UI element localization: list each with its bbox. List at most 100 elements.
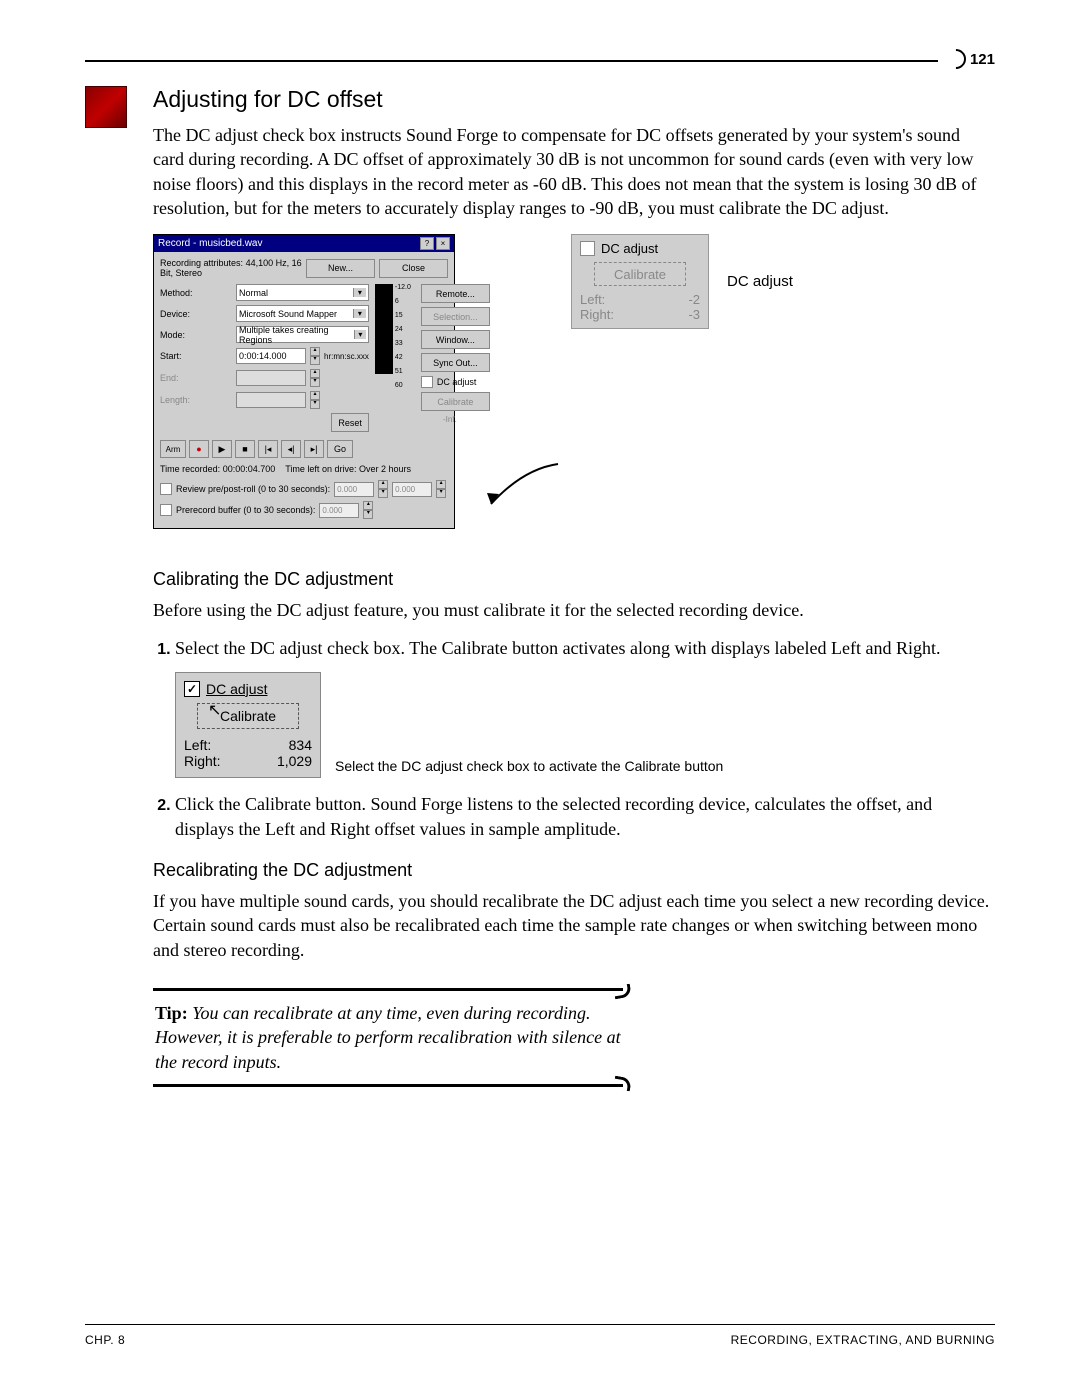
cursor-icon: ↖ (208, 700, 221, 720)
new-button[interactable]: New... (306, 259, 375, 278)
steps-list-cont: Click the Calibrate button. Sound Forge … (153, 792, 995, 842)
main-column: Adjusting for DC offset The DC adjust ch… (153, 86, 995, 1097)
review-checkbox[interactable] (160, 483, 172, 495)
figure2-caption: Select the DC adjust check box to activa… (335, 758, 723, 774)
right-label-2: Right: (184, 753, 221, 769)
end-input (236, 370, 306, 386)
review-pre-input: 0.000 (334, 482, 374, 497)
footer-chapter: CHP. 8 (85, 1333, 125, 1347)
left-value: -2 (688, 292, 700, 307)
start-label: Start: (160, 351, 232, 361)
length-input (236, 392, 306, 408)
mode-value: Multiple takes creating Regions (239, 325, 354, 345)
dialog-title-text: Record - musicbed.wav (158, 238, 262, 249)
callout-arrow (483, 459, 563, 519)
close-icon[interactable]: × (436, 237, 450, 250)
calibrate-button: Calibrate (421, 392, 490, 411)
sub1-heading: Calibrating the DC adjustment (153, 569, 995, 590)
sub2-text: If you have multiple sound cards, you sh… (153, 889, 995, 962)
sub1-text: Before using the DC adjust feature, you … (153, 598, 995, 622)
remote-button[interactable]: Remote... (421, 284, 490, 303)
dc-adjust-checkbox-checked[interactable]: ✓ (184, 681, 200, 697)
dc-adjust-label-callout: DC adjust (601, 241, 658, 256)
attrs-label: Recording attributes: (160, 258, 243, 268)
dc-adjust-checkbox[interactable] (421, 376, 433, 388)
skip-end-icon[interactable]: ▸| (304, 440, 324, 458)
prerecord-spinner: ▴▾ (363, 501, 373, 519)
steps-list: Select the DC adjust check box. The Cali… (153, 636, 995, 661)
dc-adjust-label: DC adjust (437, 377, 477, 387)
device-select[interactable]: Microsoft Sound Mapper ▾ (236, 305, 369, 322)
page-footer: CHP. 8 RECORDING, EXTRACTING, AND BURNIN… (85, 1324, 995, 1347)
device-value: Microsoft Sound Mapper (239, 309, 337, 319)
start-units: hr:mn:sc.xxx (324, 352, 369, 361)
side-margin (85, 86, 125, 1097)
dc-adjust-checkbox-callout[interactable] (580, 241, 595, 256)
dialog-titlebar: Record - musicbed.wav ? × (154, 235, 454, 252)
left-value-2: 834 (289, 737, 312, 753)
time-recorded-value: 00:00:04.700 (223, 464, 276, 474)
sub2-heading: Recalibrating the DC adjustment (153, 860, 995, 881)
prerecord-checkbox[interactable] (160, 504, 172, 516)
intro-paragraph: The DC adjust check box instructs Sound … (153, 123, 995, 220)
selection-button: Selection... (421, 307, 490, 326)
dc-adjust-panel-checked: ✓ DC adjust ↖ Calibrate Left: 834 Right: 1… (175, 672, 321, 778)
right-value: -3 (688, 307, 700, 322)
review-label: Review pre/post-roll (0 to 30 seconds): (176, 484, 330, 494)
close-button[interactable]: Close (379, 259, 448, 278)
right-label: Right: (580, 307, 614, 322)
length-label: Length: (160, 395, 232, 405)
meter-ticks: -12.0 6 15 24 33 42 51 60 (395, 284, 411, 396)
prerecord-label: Prerecord buffer (0 to 30 seconds): (176, 505, 315, 515)
method-value: Normal (239, 288, 268, 298)
arm-button[interactable]: Arm (160, 440, 186, 458)
tip-body: You can recalibrate at any time, even du… (155, 1003, 621, 1072)
section-title: Adjusting for DC offset (153, 86, 995, 113)
length-spinner: ▴▾ (310, 391, 320, 409)
chevron-down-icon: ▾ (353, 309, 366, 318)
mode-select[interactable]: Multiple takes creating Regions ▾ (236, 326, 369, 343)
figure-dc-panel-checked: ✓ DC adjust ↖ Calibrate Left: 834 Right: 1… (175, 672, 995, 778)
end-label: End: (160, 373, 232, 383)
time-left-value: Over 2 hours (359, 464, 411, 474)
calibrate-button-callout: Calibrate (594, 262, 686, 286)
start-spinner[interactable]: ▴▾ (310, 347, 320, 365)
level-meter-left (375, 284, 393, 374)
dc-adjust-panel: DC adjust Calibrate Left: -2 Right: -3 (571, 234, 709, 329)
play-icon[interactable]: ▶ (212, 440, 232, 458)
mode-label: Mode: (160, 330, 232, 340)
stop-icon[interactable]: ■ (235, 440, 255, 458)
right-value-2: 1,029 (277, 753, 312, 769)
record-icon[interactable]: ● (189, 440, 209, 458)
calibrate-button-active[interactable]: ↖ Calibrate (197, 703, 299, 729)
section-icon (85, 86, 127, 128)
syncout-button[interactable]: Sync Out... (421, 353, 490, 372)
step-1: Select the DC adjust check box. The Cali… (175, 636, 995, 661)
calibrate-label: Calibrate (220, 708, 276, 724)
dc-adjust-label-checked: DC adjust (206, 681, 267, 697)
figure-record-dialog: Record - musicbed.wav ? × Recording attr… (153, 234, 995, 529)
end-spinner: ▴▾ (310, 369, 320, 387)
window-button[interactable]: Window... (421, 330, 490, 349)
device-label: Device: (160, 309, 232, 319)
footer-title: RECORDING, EXTRACTING, AND BURNING (731, 1333, 995, 1347)
method-select[interactable]: Normal ▾ (236, 284, 369, 301)
rewind-icon[interactable]: ◂| (281, 440, 301, 458)
method-label: Method: (160, 288, 232, 298)
page-number: 121 (938, 50, 995, 70)
review-post-spinner: ▴▾ (436, 480, 446, 498)
record-dialog: Record - musicbed.wav ? × Recording attr… (153, 234, 455, 529)
help-icon[interactable]: ? (420, 237, 434, 250)
chevron-down-icon: ▾ (354, 330, 366, 339)
skip-start-icon[interactable]: |◂ (258, 440, 278, 458)
left-label-2: Left: (184, 737, 211, 753)
go-button[interactable]: Go (327, 440, 353, 458)
meter-peak: -Inf. (421, 415, 479, 424)
start-input[interactable]: 0:00:14.000 (236, 348, 306, 364)
reset-button[interactable]: Reset (331, 413, 369, 432)
chevron-down-icon: ▾ (353, 288, 366, 297)
review-pre-spinner: ▴▾ (378, 480, 388, 498)
callout-label: DC adjust (727, 273, 793, 290)
left-label: Left: (580, 292, 605, 307)
step-2: Click the Calibrate button. Sound Forge … (175, 792, 995, 842)
